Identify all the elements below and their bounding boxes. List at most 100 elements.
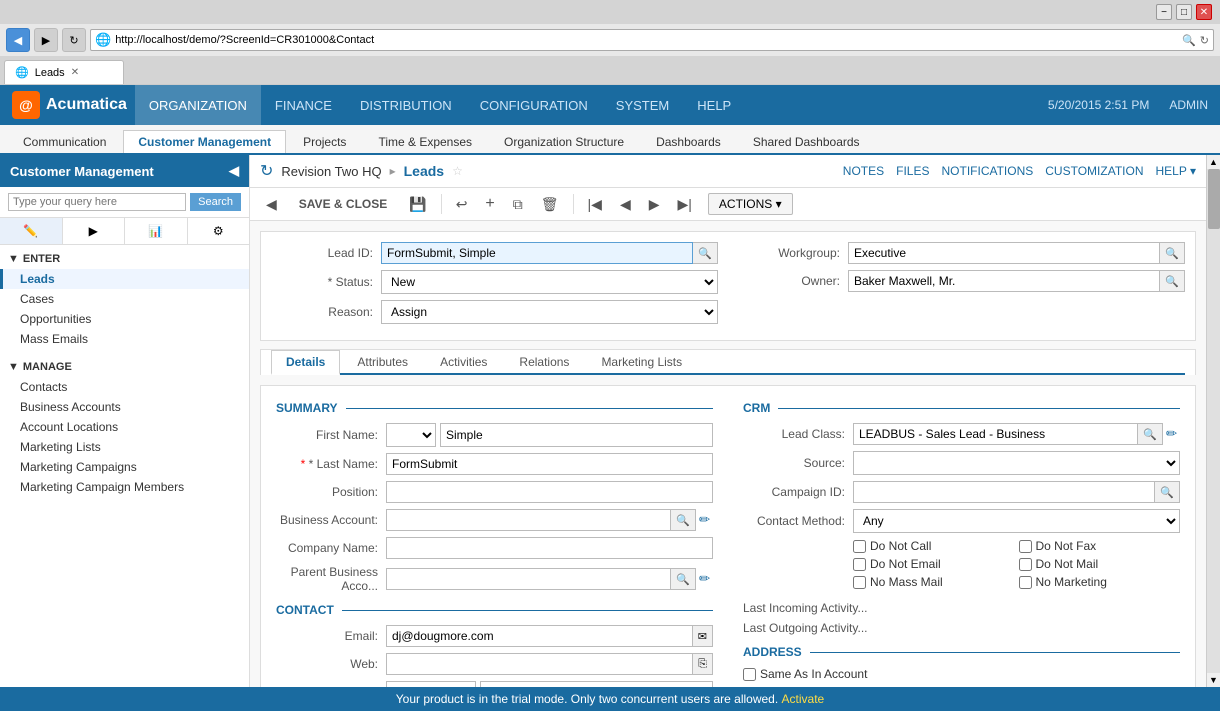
lead-class-lookup-icon[interactable]: 🔍 <box>1138 423 1163 445</box>
right-scrollbar[interactable]: ▲ ▼ <box>1206 155 1220 687</box>
refresh-button[interactable]: ↻ <box>62 28 86 52</box>
no-mass-mail-checkbox[interactable] <box>853 576 866 589</box>
position-input[interactable] <box>386 481 713 503</box>
sidebar-gear-icon[interactable]: ⚙ <box>188 218 250 244</box>
campaign-input[interactable] <box>853 481 1155 503</box>
first-record-button[interactable]: |◀ <box>582 193 608 216</box>
help-dropdown-button[interactable]: HELP ▾ <box>1156 164 1197 178</box>
close-button[interactable]: ✕ <box>1196 4 1212 20</box>
reason-select[interactable]: Assign <box>381 300 718 324</box>
owner-input[interactable] <box>848 270 1160 292</box>
tab-details[interactable]: Details <box>271 350 340 375</box>
copy-button[interactable]: ⧉ <box>507 193 529 216</box>
phone1-type-select[interactable]: Business 1 <box>386 681 476 687</box>
tab-close-icon[interactable]: ✕ <box>71 67 79 78</box>
next-record-button[interactable]: ▶ <box>643 193 666 216</box>
activate-link[interactable]: Activate <box>782 692 825 706</box>
nav-item-system[interactable]: SYSTEM <box>602 85 683 125</box>
undo-button[interactable]: ↩ <box>450 193 474 216</box>
module-nav-shared-dashboards[interactable]: Shared Dashboards <box>738 130 875 153</box>
maximize-button[interactable]: □ <box>1176 4 1192 20</box>
nav-item-organization[interactable]: ORGANIZATION <box>135 85 261 125</box>
same-as-account-checkbox[interactable] <box>743 668 756 681</box>
delete-button[interactable]: 🗑 <box>535 193 565 216</box>
sidebar-collapse-icon[interactable]: ◀ <box>229 163 239 179</box>
address-bar[interactable] <box>115 34 1178 46</box>
search-button[interactable]: Search <box>190 193 241 211</box>
sidebar-item-marketing-campaigns[interactable]: Marketing Campaigns <box>0 457 249 477</box>
business-account-edit-icon[interactable]: ✏ <box>696 512 713 528</box>
phone1-input[interactable] <box>480 681 713 687</box>
tab-attributes[interactable]: Attributes <box>342 350 423 373</box>
save-button[interactable]: 💾 <box>403 193 432 216</box>
sidebar-item-marketing-campaign-members[interactable]: Marketing Campaign Members <box>0 477 249 497</box>
sidebar-section-enter-header[interactable]: ▼ ENTER <box>0 249 249 269</box>
sidebar-item-cases[interactable]: Cases <box>0 289 249 309</box>
lead-class-input[interactable] <box>853 423 1138 445</box>
files-button[interactable]: FILES <box>896 164 929 178</box>
lastname-input[interactable] <box>386 453 713 475</box>
business-account-input[interactable] <box>386 509 671 531</box>
nav-item-distribution[interactable]: DISTRIBUTION <box>346 85 466 125</box>
scroll-up-button[interactable]: ▲ <box>1207 155 1220 169</box>
search-input[interactable] <box>8 193 186 211</box>
nav-item-help[interactable]: HELP <box>683 85 745 125</box>
module-nav-customer-management[interactable]: Customer Management <box>123 130 286 153</box>
back-button[interactable]: ◀ <box>6 28 30 52</box>
parent-business-lookup-icon[interactable]: 🔍 <box>671 568 696 590</box>
status-select[interactable]: New <box>381 270 718 294</box>
parent-business-edit-icon[interactable]: ✏ <box>696 571 713 587</box>
tab-marketing-lists[interactable]: Marketing Lists <box>586 350 697 373</box>
sidebar-item-business-accounts[interactable]: Business Accounts <box>0 397 249 417</box>
minimize-button[interactable]: − <box>1156 4 1172 20</box>
lead-id-input[interactable] <box>381 242 693 264</box>
business-account-lookup-icon[interactable]: 🔍 <box>671 509 696 531</box>
notes-button[interactable]: NOTES <box>843 164 884 178</box>
web-open-icon[interactable]: ⎘ <box>693 653 713 675</box>
parent-business-input[interactable] <box>386 568 671 590</box>
company-name-input[interactable] <box>386 537 713 559</box>
campaign-lookup-icon[interactable]: 🔍 <box>1155 481 1180 503</box>
scroll-down-button[interactable]: ▼ <box>1207 673 1220 687</box>
actions-button[interactable]: ACTIONS ▾ <box>708 193 793 215</box>
contact-method-select[interactable]: Any <box>853 509 1180 533</box>
breadcrumb-star-icon[interactable]: ☆ <box>452 164 463 178</box>
module-nav-org-structure[interactable]: Organization Structure <box>489 130 639 153</box>
lead-id-lookup-icon[interactable]: 🔍 <box>693 242 718 264</box>
nav-item-configuration[interactable]: CONFIGURATION <box>466 85 602 125</box>
sidebar-item-account-locations[interactable]: Account Locations <box>0 417 249 437</box>
firstname-prefix-select[interactable]: Mr. Ms. <box>386 423 436 447</box>
sidebar-item-marketing-lists[interactable]: Marketing Lists <box>0 437 249 457</box>
breadcrumb-refresh-icon[interactable]: ↻ <box>260 161 273 181</box>
sidebar-item-opportunities[interactable]: Opportunities <box>0 309 249 329</box>
do-not-fax-checkbox[interactable] <box>1019 540 1032 553</box>
module-nav-communication[interactable]: Communication <box>8 130 121 153</box>
no-marketing-checkbox[interactable] <box>1019 576 1032 589</box>
workgroup-lookup-icon[interactable]: 🔍 <box>1160 242 1185 264</box>
sidebar-chart-icon[interactable]: 📊 <box>125 218 188 244</box>
do-not-call-checkbox[interactable] <box>853 540 866 553</box>
sidebar-item-leads[interactable]: Leads <box>0 269 249 289</box>
do-not-email-checkbox[interactable] <box>853 558 866 571</box>
lead-class-edit-icon[interactable]: ✏ <box>1163 426 1180 442</box>
scroll-thumb[interactable] <box>1208 169 1220 229</box>
prev-record-button[interactable]: ◀ <box>614 193 637 216</box>
sidebar-play-icon[interactable]: ▶ <box>63 218 126 244</box>
nav-item-finance[interactable]: FINANCE <box>261 85 346 125</box>
sidebar-item-mass-emails[interactable]: Mass Emails <box>0 329 249 349</box>
active-tab[interactable]: 🌐 Leads ✕ <box>4 60 124 84</box>
web-input[interactable] <box>386 653 693 675</box>
last-record-button[interactable]: ▶| <box>672 193 698 216</box>
save-close-button[interactable]: SAVE & CLOSE <box>289 194 397 214</box>
source-select[interactable] <box>853 451 1180 475</box>
email-input[interactable] <box>386 625 693 647</box>
workgroup-input[interactable] <box>848 242 1160 264</box>
email-compose-icon[interactable]: ✉ <box>693 625 713 647</box>
tab-activities[interactable]: Activities <box>425 350 502 373</box>
tab-relations[interactable]: Relations <box>504 350 584 373</box>
back-nav-button[interactable]: ◀ <box>260 193 283 216</box>
sidebar-item-contacts[interactable]: Contacts <box>0 377 249 397</box>
module-nav-time-expenses[interactable]: Time & Expenses <box>363 130 487 153</box>
module-nav-dashboards[interactable]: Dashboards <box>641 130 736 153</box>
add-button[interactable]: + <box>479 192 500 216</box>
